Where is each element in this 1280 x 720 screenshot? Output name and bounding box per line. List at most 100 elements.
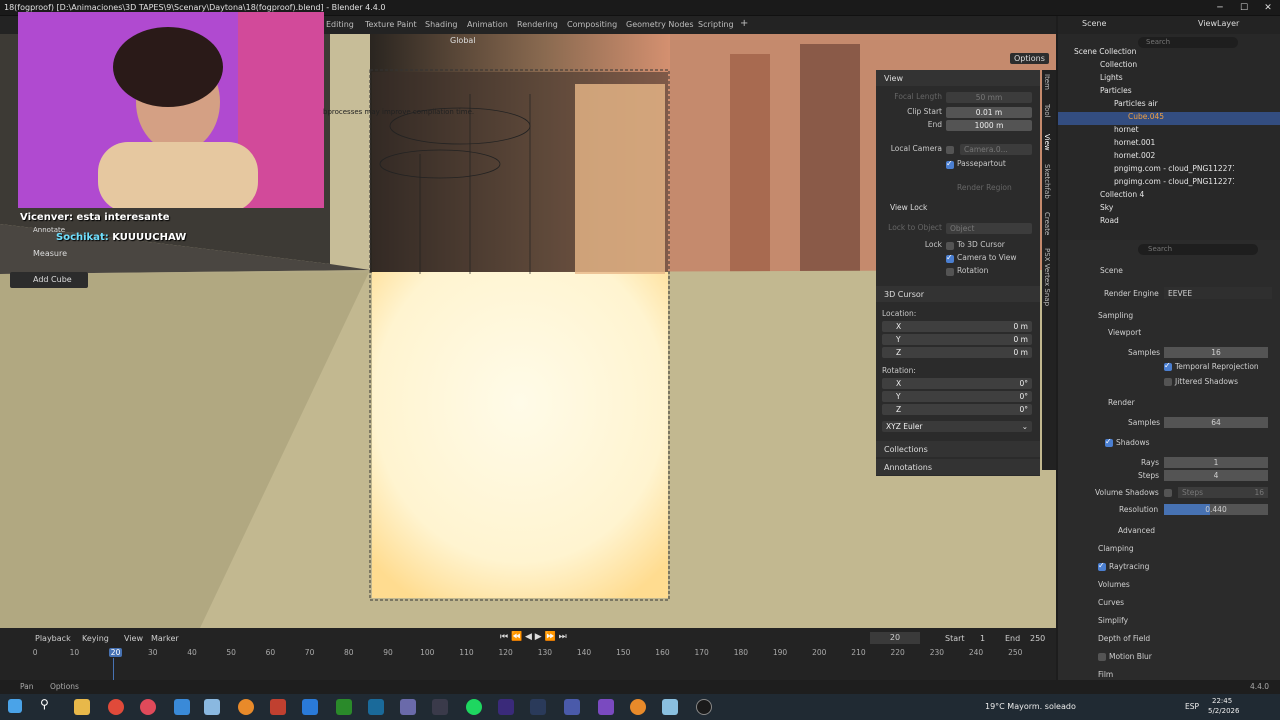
outliner-row[interactable]: Collection <box>1058 60 1280 73</box>
app-icon[interactable] <box>174 699 190 715</box>
3d-cursor-section-header[interactable]: 3D Cursor <box>876 286 1040 302</box>
annotate-tool[interactable]: Annotate <box>33 226 65 242</box>
passepartout-checkbox[interactable] <box>946 159 954 169</box>
current-frame-field[interactable]: 20 <box>870 632 920 644</box>
tab-view[interactable]: View <box>1043 134 1051 151</box>
volume-shadows-checkbox[interactable] <box>1164 489 1172 497</box>
outliner-row[interactable]: hornet.002 <box>1058 151 1280 164</box>
shadows-checkbox[interactable] <box>1105 437 1113 447</box>
outliner-row[interactable]: Particles <box>1058 86 1280 99</box>
tab-tool[interactable]: Tool <box>1043 104 1051 118</box>
search-icon[interactable]: ⚲ <box>40 697 56 713</box>
chrome-icon[interactable] <box>108 699 124 715</box>
tab-geometry-nodes[interactable]: Geometry Nodes <box>626 20 693 29</box>
options-button[interactable]: Options <box>1010 53 1049 64</box>
app-icon[interactable] <box>400 699 416 715</box>
view-lock-title[interactable]: View Lock <box>890 203 927 212</box>
volume-steps-field[interactable]: Steps 16 <box>1178 487 1268 498</box>
close-button[interactable]: ✕ <box>1256 0 1280 16</box>
outliner-row[interactable]: pngimg.com - cloud_PNG112271 <box>1058 177 1234 190</box>
steam-icon[interactable] <box>530 699 546 715</box>
rotation-lock-checkbox[interactable] <box>946 268 954 276</box>
after-effects-icon[interactable] <box>498 699 514 715</box>
keying-menu[interactable]: Keying <box>82 634 109 643</box>
playhead[interactable] <box>113 658 114 680</box>
language-indicator[interactable]: ESP <box>1185 702 1199 711</box>
to-3d-cursor-checkbox[interactable] <box>946 242 954 250</box>
lock-to-object-field[interactable]: Object <box>946 223 1032 234</box>
tab-rendering[interactable]: Rendering <box>517 20 558 29</box>
outliner-row[interactable]: Road <box>1058 216 1280 229</box>
clock-date[interactable]: 5/2/2026 <box>1208 707 1239 715</box>
sampling-panel[interactable]: Sampling <box>1098 311 1133 320</box>
viewport-samples-field[interactable]: 16 <box>1164 347 1268 358</box>
outliner-row[interactable]: Particles air <box>1058 99 1280 112</box>
outliner-row[interactable]: Sky <box>1058 203 1280 216</box>
outliner-row[interactable]: Lights <box>1058 73 1280 86</box>
file-explorer-icon[interactable] <box>74 699 90 715</box>
collections-section-header[interactable]: Collections <box>876 441 1040 457</box>
tab-create[interactable]: Create <box>1043 212 1051 235</box>
simplify-panel[interactable]: Simplify <box>1098 616 1128 625</box>
rays-field[interactable]: 1 <box>1164 457 1268 468</box>
raytracing-checkbox[interactable] <box>1098 561 1106 571</box>
opera-icon[interactable] <box>140 699 156 715</box>
outliner-row[interactable]: hornet.001 <box>1058 138 1280 151</box>
view-menu[interactable]: View <box>124 634 143 643</box>
app-icon[interactable] <box>302 699 318 715</box>
measure-tool[interactable]: Measure <box>33 249 67 265</box>
motion-blur-checkbox[interactable] <box>1098 653 1106 661</box>
app-icon[interactable] <box>564 699 580 715</box>
film-panel[interactable]: Film <box>1098 670 1113 679</box>
blender-icon[interactable] <box>238 699 254 715</box>
app-icon[interactable] <box>368 699 384 715</box>
app-icon[interactable] <box>432 699 448 715</box>
blender-icon[interactable] <box>630 699 646 715</box>
tab-animation[interactable]: Animation <box>467 20 508 29</box>
viewlayer-select[interactable]: ViewLayer <box>1198 19 1239 28</box>
render-engine-select[interactable]: EEVEE <box>1164 287 1272 299</box>
add-workspace-icon[interactable]: + <box>740 18 748 29</box>
view-section-header[interactable]: View <box>876 70 1040 86</box>
tab-sketchfab[interactable]: Sketchfab <box>1043 164 1051 199</box>
tab-compositing[interactable]: Compositing <box>567 20 617 29</box>
annotations-section-header[interactable]: Annotations <box>876 459 1040 475</box>
clip-end-field[interactable]: 1000 m <box>946 120 1032 131</box>
temporal-reprojection-checkbox[interactable] <box>1164 361 1172 371</box>
tab-scripting[interactable]: Scripting <box>698 20 734 29</box>
tab-shading[interactable]: Shading <box>425 20 458 29</box>
frame-ruler[interactable]: 0 10 20 30 40 50 60 70 80 90 100 110 120 130 140 150 160… <box>0 648 1056 662</box>
curves-panel[interactable]: Curves <box>1098 598 1124 607</box>
outliner-row[interactable]: Scene Collection <box>1058 47 1280 60</box>
add-cube-tool[interactable]: Add Cube <box>10 272 88 288</box>
app-icon[interactable] <box>662 699 678 715</box>
viewport-subpanel[interactable]: Viewport <box>1108 328 1141 337</box>
advanced-subpanel[interactable]: Advanced <box>1118 526 1155 535</box>
steps-field[interactable]: 4 <box>1164 470 1268 481</box>
focal-length-field[interactable]: 50 mm <box>946 92 1032 103</box>
tab-psx-vertex-snap[interactable]: PSX Vertex Snap <box>1043 248 1051 306</box>
outliner-row[interactable]: hornet <box>1058 125 1280 138</box>
rotation-mode-select[interactable]: XYZ Euler ⌄ <box>882 421 1032 432</box>
spotify-icon[interactable] <box>466 699 482 715</box>
timeline[interactable]: Playback Keying View Marker ⏮ ⏪ ◀ ▶ ⏩ ⏭ … <box>0 628 1056 680</box>
properties-search[interactable]: Search <box>1138 244 1258 255</box>
clip-start-field[interactable]: 0.01 m <box>946 107 1032 118</box>
orientation-select[interactable]: Global <box>450 36 476 45</box>
tab-editing[interactable]: Editing <box>326 20 354 29</box>
playback-menu[interactable]: Playback <box>35 634 71 643</box>
raytracing-panel[interactable]: Raytracing <box>1109 562 1149 571</box>
scene-select[interactable]: Scene <box>1082 19 1106 28</box>
marker-menu[interactable]: Marker <box>151 634 179 643</box>
clock-time[interactable]: 22:45 <box>1212 697 1232 705</box>
local-camera-field[interactable]: Camera.0... <box>960 144 1032 155</box>
cursor-loc-z-field[interactable]: Z 0 m <box>882 347 1032 358</box>
outliner-row[interactable]: pngimg.com - cloud_PNG112271 <box>1058 164 1234 177</box>
obs-icon[interactable] <box>696 699 712 715</box>
volumes-panel[interactable]: Volumes <box>1098 580 1130 589</box>
render-subpanel[interactable]: Render <box>1108 398 1135 407</box>
jittered-shadows-checkbox[interactable] <box>1164 378 1172 386</box>
playback-controls[interactable]: ⏮ ⏪ ◀ ▶ ⏩ ⏭ <box>500 632 567 642</box>
clamping-panel[interactable]: Clamping <box>1098 544 1134 553</box>
depth-of-field-panel[interactable]: Depth of Field <box>1098 634 1150 643</box>
